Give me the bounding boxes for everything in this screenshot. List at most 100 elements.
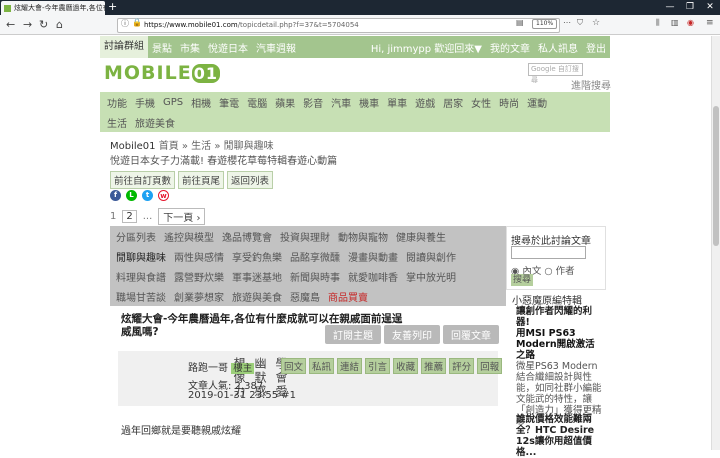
subcategory-item[interactable]: 閒聊與趣味: [116, 249, 174, 264]
subcategory-item[interactable]: 逸品博覽會: [222, 229, 280, 244]
zoom-level[interactable]: 110%: [532, 19, 558, 29]
subcategory-item[interactable]: 創業夢想家: [174, 289, 232, 304]
subcategory-item[interactable]: 漫畫與動畫: [348, 249, 406, 264]
more-icon[interactable]: ⋯: [563, 18, 571, 27]
library-icon[interactable]: ⫼: [656, 18, 660, 28]
category-item[interactable]: 時尚: [495, 95, 523, 110]
category-item[interactable]: 生活: [103, 115, 131, 130]
post-tool-button[interactable]: 收藏: [393, 358, 419, 374]
category-item[interactable]: 汽車: [327, 95, 355, 110]
post-tool-button[interactable]: 私訊: [309, 358, 335, 374]
subcategory-item[interactable]: 掌中放光明: [406, 269, 464, 284]
promo-link[interactable]: 悅遊日本女子力滿載! 春遊櫻花草莓特輯春遊心動篇: [110, 152, 337, 167]
subcategory-item[interactable]: 動物與寵物: [338, 229, 396, 244]
facebook-icon[interactable]: f: [110, 190, 121, 201]
maximize-icon[interactable]: ❐: [680, 0, 700, 15]
radio-author[interactable]: ○: [544, 266, 555, 277]
nav-japan[interactable]: 悅遊日本: [204, 40, 252, 55]
category-item[interactable]: 遊戲: [411, 95, 439, 110]
subscribe-button[interactable]: 訂閱主題: [325, 325, 381, 344]
category-item[interactable]: 相機: [187, 95, 215, 110]
subcategory-item[interactable]: 分區列表: [116, 229, 164, 244]
forum-search-button[interactable]: 搜尋: [511, 274, 534, 286]
sidebar-icon[interactable]: ▥: [671, 18, 679, 27]
reply-button[interactable]: 回覆文章: [443, 325, 499, 344]
pocket-icon[interactable]: ⛉: [577, 18, 583, 28]
sidebar-article-2[interactable]: 誰說價格效能難兩全？HTC Desire 12s讓你用超值價格...: [516, 414, 602, 458]
subcategory-item[interactable]: 料理與食譜: [116, 269, 174, 284]
forum-search-input[interactable]: [511, 246, 586, 259]
site-logo[interactable]: MOBILE 01: [104, 62, 220, 84]
browser-tab[interactable]: 炫耀大會-今年農曆過年,各位有 ×: [1, 1, 105, 15]
line-icon[interactable]: L: [126, 190, 137, 201]
my-articles-link[interactable]: 我的文章: [486, 40, 534, 55]
reload-icon[interactable]: ↻: [39, 18, 48, 31]
goto-bottom-button[interactable]: 前往頁尾: [178, 171, 225, 189]
category-item[interactable]: 機車: [355, 95, 383, 110]
close-window-icon[interactable]: ✕: [700, 0, 720, 15]
page-2-current[interactable]: 2: [122, 210, 137, 223]
category-item[interactable]: 單車: [383, 95, 411, 110]
subcategory-item[interactable]: 旅遊與美食: [232, 289, 290, 304]
new-tab-button[interactable]: +: [108, 0, 117, 13]
post-tool-button[interactable]: 評分: [449, 358, 475, 374]
subcategory-item[interactable]: 品酩享微醺: [290, 249, 348, 264]
home-icon[interactable]: ⌂: [56, 18, 63, 31]
nav-spots[interactable]: 景點: [148, 40, 176, 55]
private-messages-link[interactable]: 私人訊息: [534, 40, 582, 55]
subcategory-item[interactable]: 健康與養生: [396, 229, 454, 244]
extension-icon[interactable]: ◉: [687, 18, 694, 27]
subcategory-item-marketplace[interactable]: 商品買賣: [328, 289, 376, 304]
author-link[interactable]: 路跑一哥: [188, 363, 228, 374]
page-1[interactable]: 1: [110, 211, 116, 222]
category-item[interactable]: 旅遊美食: [131, 115, 179, 130]
subcategory-item[interactable]: 遙控與模型: [164, 229, 222, 244]
menu-icon[interactable]: ≡: [706, 18, 714, 28]
goto-page-button[interactable]: 前往自訂頁數: [110, 171, 176, 189]
category-item[interactable]: 居家: [439, 95, 467, 110]
category-item[interactable]: 功能: [103, 95, 131, 110]
address-bar[interactable]: https://www.mobile01.com/topicdetail.php…: [117, 18, 560, 33]
post-tool-button[interactable]: 推薦: [421, 358, 447, 374]
subcategory-item[interactable]: 職場甘苦談: [116, 289, 174, 304]
weibo-icon[interactable]: w: [158, 190, 169, 201]
post-tool-button[interactable]: 回文: [281, 358, 307, 374]
bookmark-star-icon[interactable]: ☆: [592, 18, 600, 28]
subcategory-item[interactable]: 投資與理財: [280, 229, 338, 244]
back-icon[interactable]: ←: [6, 18, 15, 31]
next-page-button[interactable]: 下一頁 ›: [158, 208, 206, 225]
nav-car-weekly[interactable]: 汽車週報: [252, 40, 300, 55]
subcategory-item[interactable]: 享受釣魚樂: [232, 249, 290, 264]
breadcrumb-home[interactable]: Mobile01: [110, 141, 156, 152]
subcategory-item[interactable]: 就愛咖啡香: [348, 269, 406, 284]
sidebar-article-1[interactable]: 讓創作者閃耀的利器! 用MSI PS63 Modern開啟激活之路 微星PS63…: [516, 306, 602, 427]
post-tool-button[interactable]: 回報: [477, 358, 503, 374]
subcategory-item[interactable]: 閱讀與創作: [406, 249, 464, 264]
scrollbar[interactable]: [711, 36, 720, 450]
minimize-icon[interactable]: —: [660, 0, 680, 15]
scroll-thumb[interactable]: [713, 106, 719, 246]
category-item[interactable]: 女性: [467, 95, 495, 110]
twitter-icon[interactable]: t: [142, 190, 153, 201]
subcategory-item[interactable]: 軍事迷基地: [232, 269, 290, 284]
subcategory-item[interactable]: 露營野炊樂: [174, 269, 232, 284]
logout-link[interactable]: 登出: [582, 40, 610, 55]
back-to-list-button[interactable]: 返回列表: [227, 171, 274, 189]
category-item[interactable]: 蘋果: [271, 95, 299, 110]
category-item[interactable]: 筆電: [215, 95, 243, 110]
nav-market[interactable]: 市集: [176, 40, 204, 55]
site-search-input[interactable]: Google 自訂搜尋: [528, 63, 583, 84]
category-item[interactable]: 運動: [523, 95, 551, 110]
breadcrumb-path[interactable]: 首頁 » 生活 » 閒聊與趣味: [156, 141, 274, 152]
category-item[interactable]: 電腦: [243, 95, 271, 110]
post-tool-button[interactable]: 引言: [365, 358, 391, 374]
post-tool-button[interactable]: 連結: [337, 358, 363, 374]
subcategory-item[interactable]: 惡魔島: [290, 289, 328, 304]
category-item[interactable]: GPS: [159, 97, 187, 108]
forward-icon[interactable]: →: [23, 18, 32, 31]
category-item[interactable]: 影音: [299, 95, 327, 110]
info-icon[interactable]: ⓘ: [121, 18, 129, 29]
print-button[interactable]: 友善列印: [384, 325, 440, 344]
reader-icon[interactable]: ▤: [516, 18, 524, 27]
subcategory-item[interactable]: 兩性與感情: [174, 249, 232, 264]
